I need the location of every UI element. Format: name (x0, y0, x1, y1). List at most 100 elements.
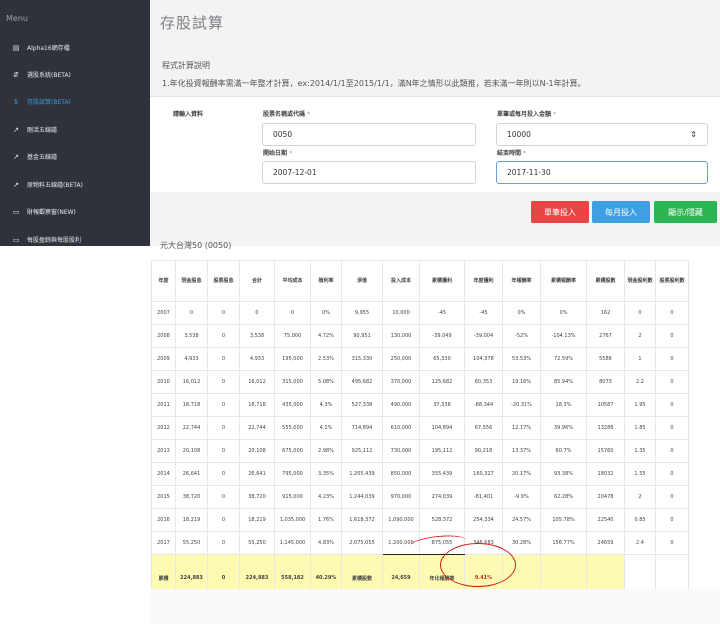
table-cell: 555,000 (274, 416, 311, 440)
amount-input[interactable]: 10000 ⇕ (496, 123, 708, 146)
table-cell: 22540 (586, 508, 625, 532)
page-title: 存股試算 (160, 14, 225, 32)
toggle-display-button[interactable]: 顯示/隱藏 (654, 201, 717, 223)
table-cell: 0 (207, 416, 240, 440)
table-cell: 1,035,000 (274, 508, 311, 532)
table-cell: 970,000 (382, 485, 420, 509)
table-cell: 730,000 (382, 439, 420, 463)
folder-icon: ▭ (12, 235, 20, 244)
sidebar-item-label: 存股試算(BETA) (27, 99, 71, 106)
table-cell: 2012 (151, 416, 176, 440)
table-cell: 355,439 (419, 462, 465, 486)
table-cell: 19.16% (502, 370, 541, 394)
filter-icon: ⇵ (13, 70, 19, 79)
table-row: 2012 22,744 0 22,744 555,000 4.1% 714,894 610,0… (151, 416, 689, 440)
table-cell: 1.35 (624, 439, 656, 463)
single-investment-button[interactable]: 單筆投入 (531, 201, 589, 223)
table-cell: 4,933 (175, 347, 208, 371)
table-row: 2010 16,012 0 16,012 315,000 5.08% 495,682 370,… (151, 370, 689, 394)
table-cell: 53.53% (502, 347, 541, 371)
table-cell: 18,219 (239, 508, 275, 532)
table-cell: 18,219 (175, 508, 208, 532)
table-cell: 5.08% (310, 370, 342, 394)
table-cell: 20478 (586, 485, 625, 509)
table-row: 2014 26,641 0 26,641 795,000 3.35% 1,205,439 85… (151, 462, 689, 486)
table-cell: 26,641 (239, 462, 275, 486)
table-cell: 10587 (586, 393, 625, 417)
sidebar-item-fund-lines[interactable]: ↗ 基金五線譜 (0, 143, 150, 170)
table-cell: 18.3% (540, 393, 587, 417)
table-cell: 0 (207, 462, 240, 486)
table-cell: 610,000 (382, 416, 420, 440)
table-cell: -9.9% (502, 485, 541, 509)
table-row: 2013 20,108 0 20,108 675,000 2.98% 925,112 730,… (151, 439, 689, 463)
table-cell: 13288 (586, 416, 625, 440)
column-header: 年度獲利 (464, 260, 503, 302)
table-cell: 8073 (586, 370, 625, 394)
sidebar-item-stock-screener[interactable]: ⇵ 選股系統(BETA) (0, 61, 150, 88)
table-cell: 26,641 (175, 462, 208, 486)
table-cell: 0% (310, 301, 342, 325)
table-cell: 1 (624, 347, 656, 371)
table-cell: 5586 (586, 347, 625, 371)
column-header: 現金股利數 (624, 260, 656, 302)
table-cell: -39,049 (419, 324, 465, 348)
table-cell: 0 (207, 370, 240, 394)
table-cell: 24659 (586, 531, 625, 555)
table-cell: 15760 (586, 439, 625, 463)
table-cell: 22,744 (239, 416, 275, 440)
table-cell: 4.1% (310, 416, 342, 440)
table-cell: 2 (624, 485, 656, 509)
sidebar-item-stock-lines[interactable]: ↗ 剛活五線譜 (0, 116, 150, 143)
start-date-input[interactable]: 2007-12-01 (262, 161, 476, 184)
sidebar-item-eps-dividends[interactable]: ▭ 每股盈餘與每股股利 (0, 226, 150, 253)
table-cell: -45 (419, 301, 465, 325)
table-cell: 795,000 (274, 462, 311, 486)
sidebar-item-saving-calculator[interactable]: $ 存股試算(BETA) (0, 88, 150, 115)
sidebar-item-financial-reports[interactable]: ▭ 財報觀察窗(NEW) (0, 198, 150, 225)
table-cell: 38,720 (239, 485, 275, 509)
start-date-label: 開始日期 * (263, 150, 293, 157)
table-cell: 1,618,372 (341, 508, 383, 532)
sidebar-item-commodity-lines[interactable]: ↗ 原物料五線譜(BETA) (0, 171, 150, 198)
table-cell: 18,718 (175, 393, 208, 417)
stock-input[interactable]: 0050 (262, 123, 476, 146)
table-cell: 0 (655, 324, 689, 348)
table-cell: 1,145,000 (274, 531, 311, 555)
table-cell: 0 (207, 301, 240, 325)
table-cell: 72.59% (540, 347, 587, 371)
calc-explanation-label: 程式計算說明 (162, 61, 210, 70)
end-date-input[interactable]: 2017-11-30 (496, 161, 708, 184)
sidebar-item-alpha16[interactable]: ▤ Alpha16網存檔 (0, 34, 150, 61)
table-cell: 2015 (151, 485, 176, 509)
table-cell: 274,039 (419, 485, 465, 509)
column-header: 淨值 (341, 260, 383, 302)
table-cell: 2009 (151, 347, 176, 371)
stepper-icon[interactable]: ⇕ (690, 130, 697, 139)
table-cell: 20.17% (502, 462, 541, 486)
table-cell: 0 (207, 508, 240, 532)
table-cell: 125,682 (419, 370, 465, 394)
table-cell: 160,327 (464, 462, 503, 486)
table-cell: 0 (655, 416, 689, 440)
table-cell: 0 (207, 393, 240, 417)
table-cell: 65,330 (419, 347, 465, 371)
column-header: 累積獲利 (419, 260, 465, 302)
monthly-investment-button[interactable]: 每月投入 (592, 201, 650, 223)
table-cell: 13.37% (502, 439, 541, 463)
table-cell: 0 (274, 301, 311, 325)
table-cell: 0 (207, 485, 240, 509)
column-header: 合計 (239, 260, 275, 302)
table-cell: 0 (655, 462, 689, 486)
table-cell: 528,372 (419, 508, 465, 532)
table-cell: 1.85 (624, 416, 656, 440)
table-cell: 24.57% (502, 508, 541, 532)
table-cell: 4.23% (310, 485, 342, 509)
table-cell: 55,250 (175, 531, 208, 555)
table-cell: 0 (655, 301, 689, 325)
table-cell: 2767 (586, 324, 625, 348)
end-date-label: 結束時間 * (497, 150, 527, 157)
table-cell: -52% (502, 324, 541, 348)
table-cell: 18,718 (239, 393, 275, 417)
table-cell: 0% (502, 301, 541, 325)
